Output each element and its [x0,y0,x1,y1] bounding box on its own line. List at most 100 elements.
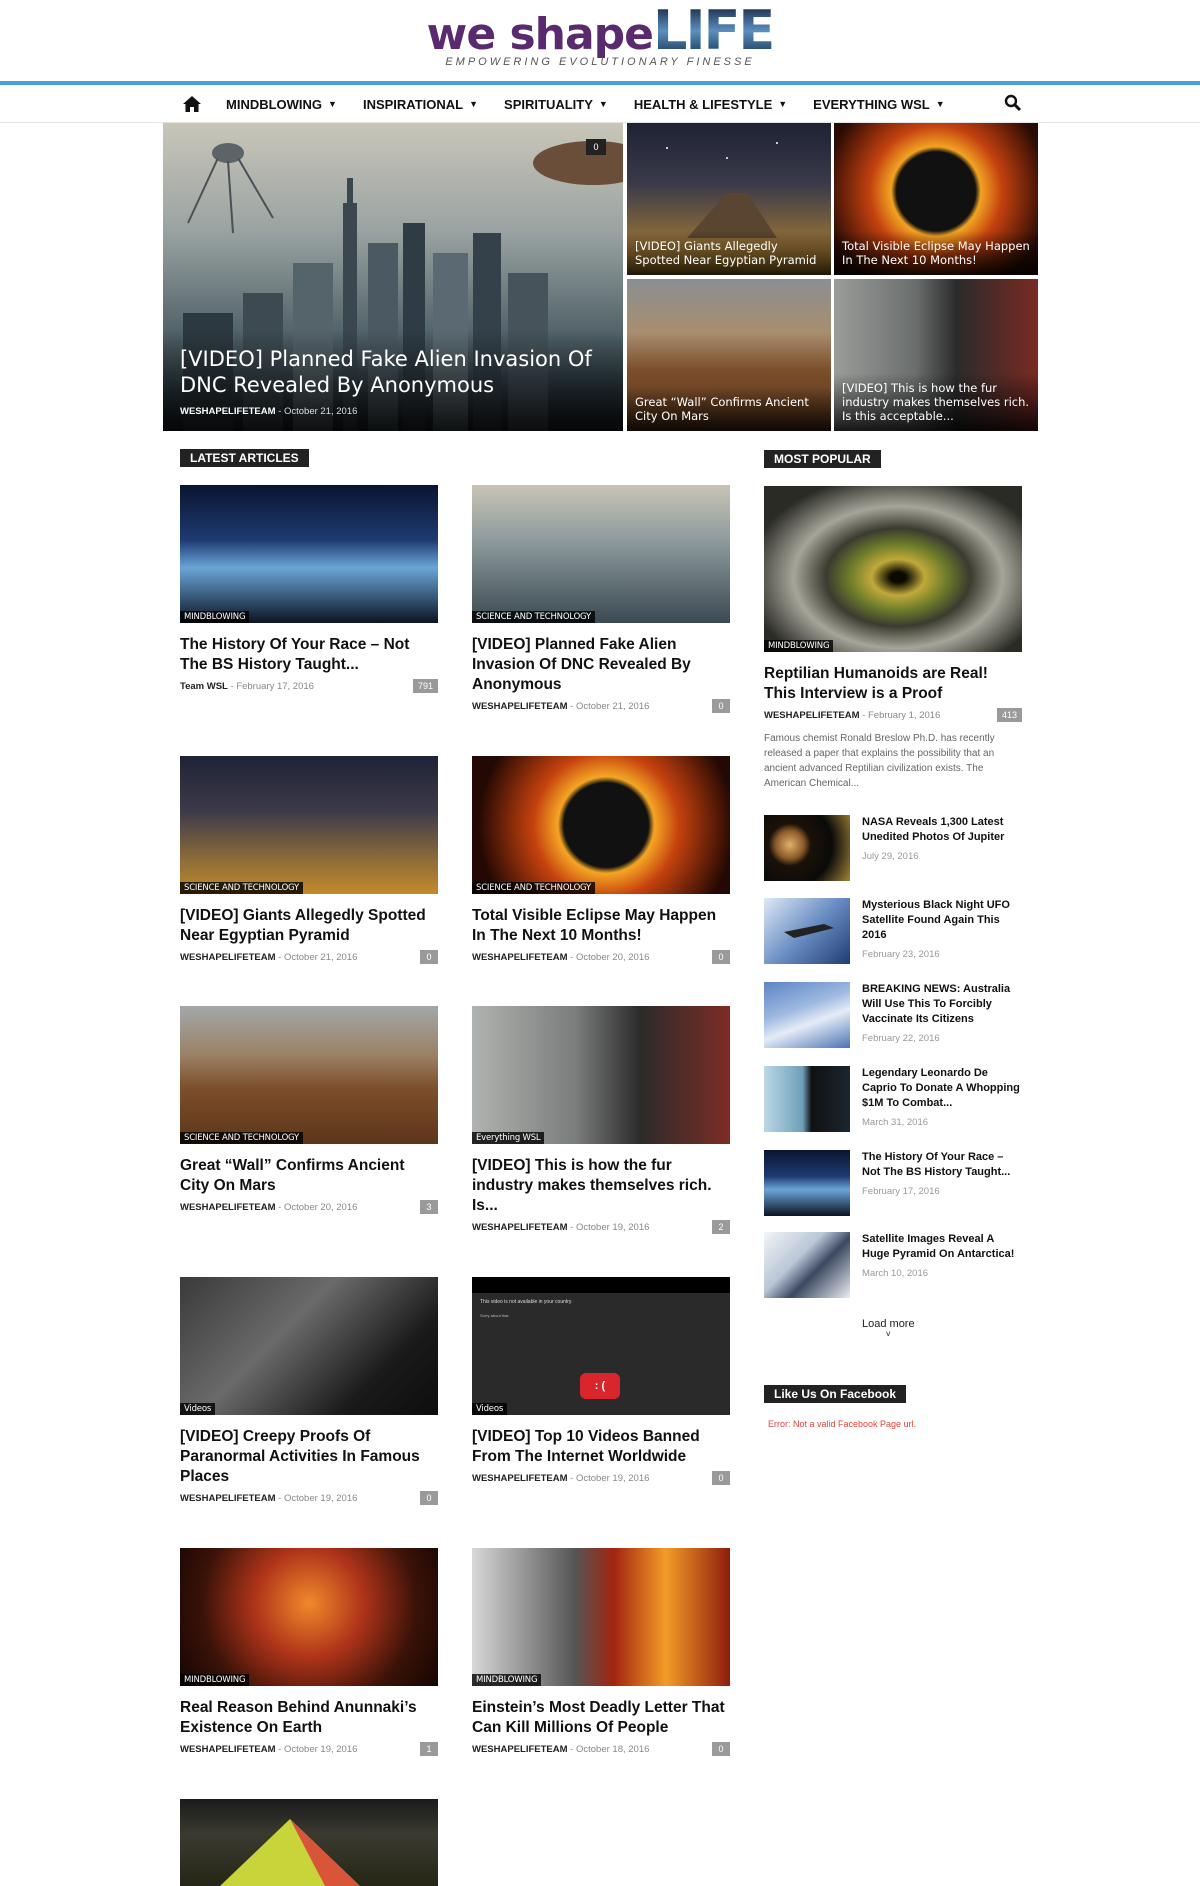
nav-item-spirituality[interactable]: SPIRITUALITY ▼ [504,97,608,112]
article-title[interactable]: NASA Reveals 1,300 Latest Unedited Photo… [862,815,1022,845]
article-card[interactable]: MINDBLOWING Einstein’s Most Deadly Lette… [472,1548,730,1756]
article-thumbnail[interactable] [764,982,850,1048]
article-title[interactable]: Mysterious Black Night UFO Satellite Fou… [862,898,1022,943]
hero-tile[interactable]: [VIDEO] This is how the fur industry mak… [834,279,1038,431]
article-title[interactable]: [VIDEO] Giants Allegedly Spotted Near Eg… [180,906,438,946]
comment-count-badge[interactable]: 0 [420,950,438,964]
article-thumbnail[interactable]: SCIENCE AND TECHNOLOGY [472,485,730,623]
comment-count-badge[interactable]: 0 [712,1742,730,1756]
comment-count-badge[interactable]: 0 [420,1491,438,1505]
site-logo[interactable]: we shapeLIFE EMPOWERING EVOLUTIONARY FIN… [0,4,1200,69]
article-thumbnail[interactable]: SCIENCE AND TECHNOLOGY [472,756,730,894]
author-name[interactable]: WESHAPELIFETEAM [180,1744,276,1755]
author-name[interactable]: WESHAPELIFETEAM [764,710,860,721]
popular-list-item[interactable]: Mysterious Black Night UFO Satellite Fou… [764,898,1022,968]
author-name[interactable]: WESHAPELIFETEAM [472,1473,568,1484]
article-thumbnail[interactable]: Videos [180,1277,438,1415]
category-tag[interactable]: MINDBLOWING [764,640,834,652]
article-thumbnail[interactable] [764,1150,850,1216]
hero-main-tile[interactable]: 0 [VIDEO] Planned Fake Alien Invasion Of… [163,123,623,431]
hero-tile-title[interactable]: [VIDEO] This is how the fur industry mak… [842,381,1030,423]
category-tag[interactable]: MINDBLOWING [472,1674,542,1686]
article-thumbnail[interactable] [764,1066,850,1132]
article-thumbnail[interactable]: MINDBLOWING [764,486,1022,652]
home-icon[interactable] [180,92,204,116]
article-title[interactable]: [VIDEO] This is how the fur industry mak… [472,1156,730,1216]
comment-count-badge[interactable]: 0 [712,699,730,713]
article-thumbnail[interactable]: Everything WSL [472,1006,730,1144]
nav-item-everything-wsl[interactable]: EVERYTHING WSL ▼ [813,97,944,112]
article-title[interactable]: Reptilian Humanoids are Real! This Inter… [764,664,1022,704]
article-card[interactable]: This video is not available in your coun… [472,1277,730,1485]
category-tag[interactable]: SCIENCE AND TECHNOLOGY [472,882,596,894]
article-card[interactable]: SCIENCE AND TECHNOLOGY Great “Wall” Conf… [180,1006,438,1214]
article-title[interactable]: Real Reason Behind Anunnaki’s Existence … [180,1698,438,1738]
comment-count-badge[interactable]: 791 [412,679,438,693]
article-thumbnail[interactable]: SCIENCE AND TECHNOLOGY [180,756,438,894]
popular-list-item[interactable]: Legendary Leonardo De Caprio To Donate A… [764,1066,1022,1136]
article-title[interactable]: Great “Wall” Confirms Ancient City On Ma… [180,1156,438,1196]
category-tag[interactable]: SCIENCE AND TECHNOLOGY [180,882,304,894]
article-thumbnail[interactable] [764,898,850,964]
article-title[interactable]: Legendary Leonardo De Caprio To Donate A… [862,1066,1022,1111]
author-name[interactable]: WESHAPELIFETEAM [180,406,276,417]
popular-list-item[interactable]: Satellite Images Reveal A Huge Pyramid O… [764,1232,1022,1302]
comment-count-badge[interactable]: 0 [712,950,730,964]
article-thumbnail[interactable]: MINDBLOWING [180,485,438,623]
author-name[interactable]: WESHAPELIFETEAM [180,1202,276,1213]
hero-tile-title[interactable]: Total Visible Eclipse May Happen In The … [842,239,1030,267]
comment-count-badge[interactable]: 0 [712,1471,730,1485]
popular-list-item[interactable]: NASA Reveals 1,300 Latest Unedited Photo… [764,815,1022,885]
search-icon[interactable] [1004,94,1024,114]
author-name[interactable]: WESHAPELIFETEAM [472,1744,568,1755]
article-title[interactable]: The History Of Your Race – Not The BS Hi… [180,635,438,675]
article-card[interactable]: Everything WSL [VIDEO] This is how the f… [472,1006,730,1234]
nav-item-health-lifestyle[interactable]: HEALTH & LIFESTYLE ▼ [634,97,787,112]
article-thumbnail[interactable]: MINDBLOWING [472,1548,730,1686]
article-card[interactable]: MINDBLOWING The History Of Your Race – N… [180,485,438,693]
article-title[interactable]: [VIDEO] Top 10 Videos Banned From The In… [472,1427,730,1467]
category-tag[interactable]: SCIENCE AND TECHNOLOGY [180,1132,304,1144]
comment-count-badge[interactable]: 2 [712,1220,730,1234]
author-name[interactable]: Team WSL [180,681,228,692]
category-tag[interactable]: MINDBLOWING [180,1674,250,1686]
video-player-thumbnail[interactable]: This video is not available in your coun… [472,1277,730,1415]
category-tag[interactable]: Videos [180,1403,216,1415]
category-tag[interactable]: Everything WSL [472,1132,545,1144]
category-tag[interactable]: SCIENCE AND TECHNOLOGY [472,611,596,623]
comment-count-badge[interactable]: 413 [996,708,1022,722]
hero-tile[interactable]: [VIDEO] Giants Allegedly Spotted Near Eg… [627,123,831,275]
author-name[interactable]: WESHAPELIFETEAM [472,701,568,712]
popular-list-item[interactable]: BREAKING NEWS: Australia Will Use This T… [764,982,1022,1052]
article-thumbnail[interactable] [180,1799,438,1886]
author-name[interactable]: WESHAPELIFETEAM [180,1493,276,1504]
comment-count-badge[interactable]: 1 [420,1742,438,1756]
article-card[interactable]: SCIENCE AND TECHNOLOGY [VIDEO] Giants Al… [180,756,438,964]
article-card[interactable]: MINDBLOWING Real Reason Behind Anunnaki’… [180,1548,438,1756]
category-tag[interactable]: Videos [472,1403,508,1415]
article-title[interactable]: Satellite Images Reveal A Huge Pyramid O… [862,1232,1022,1262]
article-title[interactable]: Total Visible Eclipse May Happen In The … [472,906,730,946]
article-title[interactable]: BREAKING NEWS: Australia Will Use This T… [862,982,1022,1027]
nav-item-inspirational[interactable]: INSPIRATIONAL ▼ [363,97,478,112]
hero-main-title[interactable]: [VIDEO] Planned Fake Alien Invasion Of D… [180,346,606,398]
author-name[interactable]: WESHAPELIFETEAM [472,1222,568,1233]
popular-main-card[interactable]: MINDBLOWING Reptilian Humanoids are Real… [764,486,1022,791]
article-title[interactable]: [VIDEO] Planned Fake Alien Invasion Of D… [472,635,730,695]
article-title[interactable]: [VIDEO] Creepy Proofs Of Paranormal Acti… [180,1427,438,1487]
article-title[interactable]: Einstein’s Most Deadly Letter That Can K… [472,1698,730,1738]
hero-tile-title[interactable]: Great “Wall” Confirms Ancient City On Ma… [635,395,823,423]
category-tag[interactable]: MINDBLOWING [180,611,250,623]
article-thumbnail[interactable]: SCIENCE AND TECHNOLOGY [180,1006,438,1144]
article-thumbnail[interactable] [764,815,850,881]
article-title[interactable]: The History Of Your Race – Not The BS Hi… [862,1150,1022,1180]
comment-count-badge[interactable]: 3 [420,1200,438,1214]
nav-item-mindblowing[interactable]: MINDBLOWING ▼ [226,97,337,112]
author-name[interactable]: WESHAPELIFETEAM [180,952,276,963]
hero-tile[interactable]: Total Visible Eclipse May Happen In The … [834,123,1038,275]
article-card[interactable]: SCIENCE AND TECHNOLOGY [VIDEO] Planned F… [472,485,730,713]
article-thumbnail[interactable] [764,1232,850,1298]
hero-tile-title[interactable]: [VIDEO] Giants Allegedly Spotted Near Eg… [635,239,823,267]
author-name[interactable]: WESHAPELIFETEAM [472,952,568,963]
article-thumbnail[interactable]: MINDBLOWING [180,1548,438,1686]
